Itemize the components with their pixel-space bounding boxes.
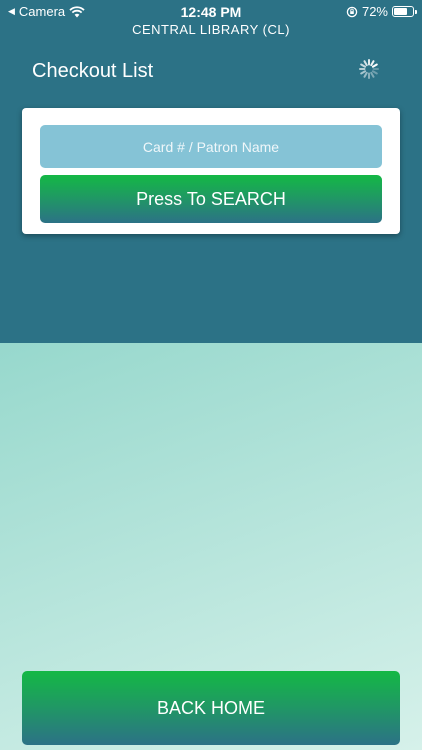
- screen: ◀ Camera 12:48 PM 72% CENTRAL LIBRARY (C…: [0, 0, 422, 750]
- status-bar: ◀ Camera 12:48 PM 72%: [0, 0, 422, 22]
- battery-percent: 72%: [361, 4, 388, 19]
- page-title: Checkout List: [32, 60, 154, 82]
- search-input[interactable]: [40, 125, 382, 168]
- loading-spinner-icon: [359, 59, 379, 79]
- library-location: CENTRAL LIBRARY (CL): [132, 22, 290, 37]
- header-panel: ◀ Camera 12:48 PM 72% CENTRAL LIBRARY (C…: [0, 0, 422, 343]
- search-card: Press To SEARCH: [22, 108, 400, 234]
- search-button[interactable]: Press To SEARCH: [40, 175, 382, 223]
- battery-icon: [392, 6, 417, 17]
- orientation-lock-icon: [346, 6, 358, 17]
- status-right: 72%: [346, 4, 417, 19]
- back-home-button[interactable]: BACK HOME: [22, 671, 400, 745]
